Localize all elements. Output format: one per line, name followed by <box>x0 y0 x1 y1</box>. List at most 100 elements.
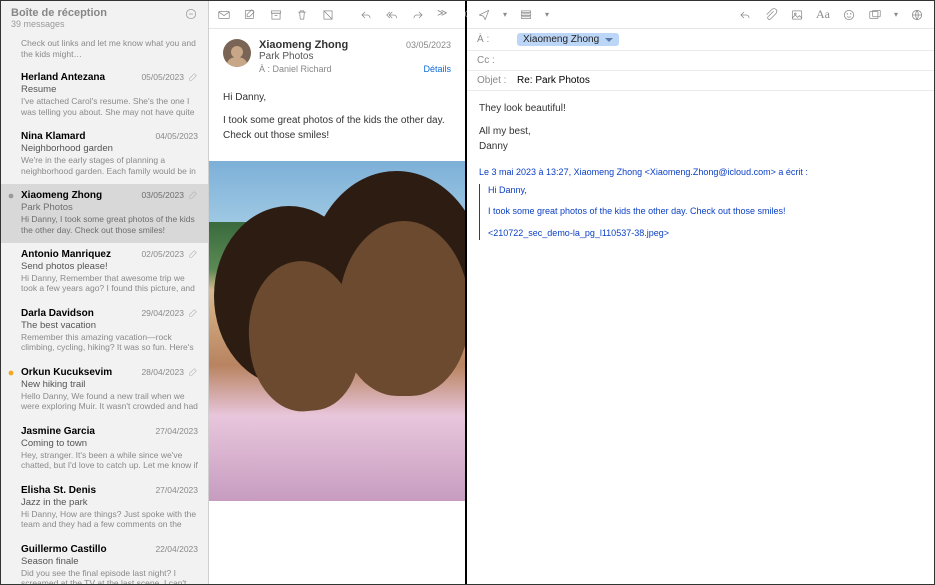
row-sender: Elisha St. Denis <box>21 485 96 496</box>
more-icon[interactable]: ≫ <box>437 8 451 22</box>
message-body: Hi Danny, I took some great photos of th… <box>209 80 465 161</box>
compose-body[interactable]: They look beautiful! All my best, Danny … <box>467 91 934 258</box>
compose-toolbar: ▾ ▾ Aa ▾ <box>467 1 934 29</box>
subject-field[interactable]: Objet : <box>467 71 934 91</box>
cc-field[interactable]: Cc : <box>467 51 934 71</box>
send-dropdown-icon[interactable]: ▾ <box>503 10 507 19</box>
format-icon[interactable]: Aa <box>816 7 830 22</box>
attachment-image[interactable] <box>209 161 465 501</box>
row-sender: Orkun Kucuksevim <box>21 367 112 378</box>
row-sender: Guillermo Castillo <box>21 544 107 555</box>
details-link[interactable]: Détails <box>423 64 451 74</box>
draft-icon <box>188 367 198 377</box>
inbox-count: 39 messages <box>11 19 107 29</box>
message-to: À : Daniel Richard <box>259 64 332 74</box>
quoted-message: Hi Danny, I took some great photos of th… <box>479 184 922 241</box>
row-date: 22/04/2023 <box>155 544 198 554</box>
inbox-title: Boîte de réception <box>11 7 107 19</box>
row-date: 02/05/2023 <box>141 249 184 259</box>
message-viewer-pane: ≫ Xiaomeng Zhong 03/05/2023 Park Photos … <box>209 1 467 584</box>
reply-all-icon[interactable] <box>385 8 399 22</box>
junk-icon[interactable] <box>321 8 335 22</box>
draft-icon <box>188 190 198 200</box>
row-preview: Remember this amazing vacation—rock clim… <box>21 332 198 354</box>
subject-label: Objet : <box>477 75 517 86</box>
message-row[interactable]: Xiaomeng Zhong 03/05/2023 Park PhotosHi Da… <box>1 184 208 242</box>
link-icon[interactable] <box>910 8 924 22</box>
insert-image-icon[interactable] <box>790 8 804 22</box>
envelope-icon[interactable] <box>217 8 231 22</box>
message-row[interactable]: Elisha St. Denis 27/04/2023 Jazz in the pa… <box>1 479 208 538</box>
compose-line: They look beautiful! <box>479 101 922 116</box>
message-row[interactable]: Jasmine Garcia27/04/2023Coming to townHe… <box>1 420 208 479</box>
row-preview: Did you see the final episode last night… <box>21 568 198 585</box>
quote-header: Le 3 mai 2023 à 13:27, Xiaomeng Zhong <X… <box>479 166 922 180</box>
row-date: 03/05/2023 <box>141 190 184 200</box>
emoji-icon[interactable] <box>842 8 856 22</box>
viewer-toolbar: ≫ <box>209 1 465 29</box>
message-row[interactable]: Check out links and let me know what you… <box>1 31 208 66</box>
forward-icon[interactable] <box>411 8 425 22</box>
row-preview: Hello Danny, We found a new trail when w… <box>21 391 198 413</box>
messages-scroll[interactable]: Check out links and let me know what you… <box>1 31 208 584</box>
signature: All my best, Danny <box>479 124 922 154</box>
row-preview: Check out links and let me know what you… <box>21 38 198 59</box>
row-subject: Park Photos <box>21 202 198 213</box>
body-greeting: Hi Danny, <box>223 90 451 105</box>
message-date: 03/05/2023 <box>406 40 451 50</box>
header-fields-icon[interactable] <box>519 8 533 22</box>
draft-icon <box>188 72 198 82</box>
draft-icon <box>188 249 198 259</box>
recipient-chip[interactable]: Xiaomeng Zhong <box>517 33 619 46</box>
row-subject: Resume <box>21 84 198 95</box>
body-text: I took some great photos of the kids the… <box>223 113 451 143</box>
avatar <box>223 39 251 67</box>
row-subject: Send photos please! <box>21 261 198 272</box>
to-label: À : <box>477 34 517 45</box>
message-row[interactable]: Darla Davidson 29/04/2023 The best vacatio… <box>1 302 208 361</box>
to-field[interactable]: À : Xiaomeng Zhong <box>467 29 934 51</box>
message-subject: Park Photos <box>259 51 451 62</box>
message-row[interactable]: Guillermo Castillo 22/04/2023 Season final… <box>1 538 208 585</box>
row-preview: Hi Danny, I took some great photos of th… <box>21 214 198 235</box>
photo-browser-icon[interactable] <box>868 8 882 22</box>
message-list-pane: Boîte de réception 39 messages Check out… <box>1 1 209 584</box>
row-date: 29/04/2023 <box>141 308 184 318</box>
row-preview: We're in the early stages of planning a … <box>21 155 198 177</box>
draft-icon <box>188 308 198 318</box>
message-row[interactable]: Herland Antezana05/05/2023ResumeI've att… <box>1 66 208 125</box>
row-date: 27/04/2023 <box>155 426 198 436</box>
row-sender: Jasmine Garcia <box>21 426 95 437</box>
row-sender: Herland Antezana <box>21 72 105 83</box>
message-row[interactable]: Nina Klamard04/05/2023Neighborhood garde… <box>1 125 208 184</box>
compose-pane: ▾ ▾ Aa ▾ À : Xiaomeng Zhong Cc : <box>467 1 934 584</box>
message-row[interactable]: Antonio Manriquez 02/05/2023 Send photos p… <box>1 243 208 302</box>
send-icon[interactable] <box>477 8 491 22</box>
row-sender: Darla Davidson <box>21 308 94 319</box>
attach-icon[interactable] <box>764 8 778 22</box>
reply-compose-icon[interactable] <box>738 8 752 22</box>
row-date: 28/04/2023 <box>141 367 184 377</box>
cc-input[interactable] <box>517 55 924 66</box>
archive-icon[interactable] <box>269 8 283 22</box>
photo-dropdown-icon[interactable]: ▾ <box>894 10 898 19</box>
row-sender: Antonio Manriquez <box>21 249 111 260</box>
subject-input[interactable] <box>517 75 924 86</box>
reply-icon[interactable] <box>359 8 373 22</box>
row-subject: Season finale <box>21 556 198 567</box>
cc-label: Cc : <box>477 55 517 66</box>
row-preview: Hi Danny, How are things? Just spoke wit… <box>21 509 198 531</box>
row-date: 27/04/2023 <box>155 485 198 495</box>
message-row[interactable]: Orkun Kucuksevim 28/04/2023 New hiking tra… <box>1 361 208 420</box>
row-sender: Xiaomeng Zhong <box>21 190 102 201</box>
compose-icon[interactable] <box>243 8 257 22</box>
row-date: 05/05/2023 <box>141 72 184 82</box>
message-from: Xiaomeng Zhong <box>259 39 348 51</box>
trash-icon[interactable] <box>295 8 309 22</box>
row-subject: Jazz in the park <box>21 497 198 508</box>
row-subject: The best vacation <box>21 320 198 331</box>
header-dropdown-icon[interactable]: ▾ <box>545 10 549 19</box>
filter-icon[interactable] <box>184 7 198 21</box>
row-subject: New hiking trail <box>21 379 198 390</box>
inbox-header: Boîte de réception 39 messages <box>1 1 208 31</box>
